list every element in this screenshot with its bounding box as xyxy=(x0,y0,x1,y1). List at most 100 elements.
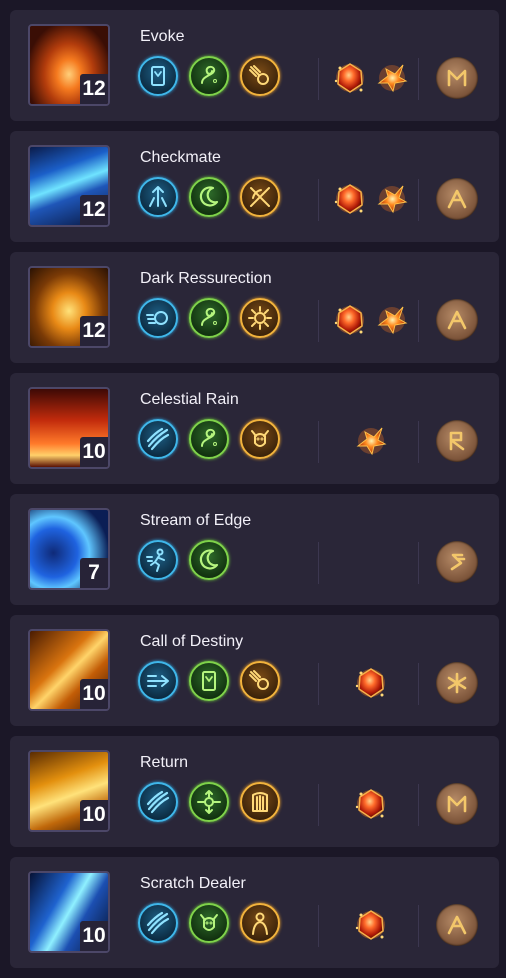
crossed-bow-icon[interactable] xyxy=(240,177,280,217)
dash-orb-icon[interactable] xyxy=(138,298,178,338)
skill-image[interactable]: 12 xyxy=(28,145,110,227)
gem-slots xyxy=(326,177,416,221)
harp-icon[interactable] xyxy=(240,782,280,822)
skill-level-badge: 12 xyxy=(80,74,108,104)
skill-card[interactable]: 12 Evoke xyxy=(10,10,499,121)
skill-name: Evoke xyxy=(140,28,185,45)
skill-level-badge: 12 xyxy=(80,195,108,225)
beast-head-icon[interactable] xyxy=(240,419,280,459)
speed-arrow-icon[interactable] xyxy=(138,661,178,701)
skill-name: Return xyxy=(140,754,189,771)
skill-name: Celestial Rain xyxy=(140,391,239,408)
card-icon[interactable] xyxy=(138,56,178,96)
divider xyxy=(418,300,419,342)
divider xyxy=(418,542,419,584)
gem-slots xyxy=(326,903,416,947)
skill-image[interactable]: 10 xyxy=(28,750,110,832)
skill-level-badge: 10 xyxy=(80,800,108,830)
card-icon[interactable] xyxy=(189,661,229,701)
divider xyxy=(318,542,319,584)
divider xyxy=(418,663,419,705)
rune-slots xyxy=(138,661,280,705)
fire-shard-icon[interactable] xyxy=(373,59,411,97)
skill-image[interactable]: 10 xyxy=(28,871,110,953)
divider xyxy=(418,905,419,947)
skill-card[interactable]: 10 Celestial Rain xyxy=(10,373,499,484)
gem-slots xyxy=(326,56,416,100)
divider xyxy=(418,421,419,463)
skill-level-badge: 10 xyxy=(80,437,108,467)
asterisk-rune-icon[interactable] xyxy=(436,662,478,704)
divider xyxy=(418,58,419,100)
compass-arrows-icon[interactable] xyxy=(189,782,229,822)
skill-image[interactable]: 12 xyxy=(28,266,110,348)
claw-slash-icon[interactable] xyxy=(138,419,178,459)
ruby-gem-icon[interactable] xyxy=(331,180,369,218)
claw-slash-icon[interactable] xyxy=(138,782,178,822)
divider xyxy=(318,179,319,221)
skill-level-badge: 10 xyxy=(80,679,108,709)
divider xyxy=(318,421,319,463)
fire-shard-icon[interactable] xyxy=(352,422,390,460)
spiral-hand-icon[interactable] xyxy=(189,56,229,96)
ruby-gem-icon[interactable] xyxy=(331,301,369,339)
rune-slots xyxy=(138,540,229,584)
rune-slots xyxy=(138,298,280,342)
skill-image[interactable]: 12 xyxy=(28,24,110,106)
rune-slots xyxy=(138,56,280,100)
skill-name: Dark Ressurection xyxy=(140,270,272,287)
skill-card[interactable]: 10 Return xyxy=(10,736,499,847)
skill-name: Scratch Dealer xyxy=(140,875,246,892)
skill-card[interactable]: 10 Call of Destiny xyxy=(10,615,499,726)
skill-card[interactable]: 12 Dark Ressurection xyxy=(10,252,499,363)
m-rune-icon[interactable] xyxy=(436,57,478,99)
skill-image[interactable]: 7 xyxy=(28,508,110,590)
ruby-gem-icon[interactable] xyxy=(331,59,369,97)
rune-slots xyxy=(138,419,280,463)
skill-card[interactable]: 10 Scratch Dealer xyxy=(10,857,499,968)
divider xyxy=(318,58,319,100)
rune-slots xyxy=(138,782,280,826)
r-rune-icon[interactable] xyxy=(436,420,478,462)
skill-level-badge: 10 xyxy=(80,921,108,951)
running-figure-icon[interactable] xyxy=(138,540,178,580)
skill-level-badge: 7 xyxy=(80,558,108,588)
fire-shard-icon[interactable] xyxy=(373,180,411,218)
spiral-hand-icon[interactable] xyxy=(189,298,229,338)
skill-card[interactable]: 12 Checkmate xyxy=(10,131,499,242)
skill-level-badge: 12 xyxy=(80,316,108,346)
sun-burst-icon[interactable] xyxy=(240,298,280,338)
rune-slots xyxy=(138,177,280,221)
crescent-moon-icon[interactable] xyxy=(189,177,229,217)
skill-card[interactable]: 7 Stream of Edge xyxy=(10,494,499,605)
fire-shard-icon[interactable] xyxy=(373,301,411,339)
rune-slots xyxy=(138,903,280,947)
crescent-moon-icon[interactable] xyxy=(189,540,229,580)
spiral-hand-icon[interactable] xyxy=(189,419,229,459)
divider xyxy=(318,663,319,705)
divider xyxy=(318,905,319,947)
ruby-gem-icon[interactable] xyxy=(352,664,390,702)
skill-name: Call of Destiny xyxy=(140,633,244,650)
s-rune-icon[interactable] xyxy=(436,541,478,583)
ruby-gem-icon[interactable] xyxy=(352,906,390,944)
skill-image[interactable]: 10 xyxy=(28,629,110,711)
figure-silhouette-icon[interactable] xyxy=(240,903,280,943)
divider xyxy=(418,179,419,221)
gem-slots xyxy=(326,298,416,342)
a-rune-icon[interactable] xyxy=(436,178,478,220)
gem-slots xyxy=(326,540,416,584)
divider xyxy=(418,784,419,826)
comet-icon[interactable] xyxy=(240,56,280,96)
a-rune-icon[interactable] xyxy=(436,904,478,946)
skill-image[interactable]: 10 xyxy=(28,387,110,469)
a-rune-icon[interactable] xyxy=(436,299,478,341)
m-rune-icon[interactable] xyxy=(436,783,478,825)
comet-icon[interactable] xyxy=(240,661,280,701)
claw-slash-icon[interactable] xyxy=(138,903,178,943)
gem-slots xyxy=(326,782,416,826)
ruby-gem-icon[interactable] xyxy=(352,785,390,823)
skill-list: 12 Evoke 12 Checkmate 12 Dark Ressurection 10 C… xyxy=(10,10,499,978)
upward-burst-icon[interactable] xyxy=(138,177,178,217)
beast-head-icon[interactable] xyxy=(189,903,229,943)
